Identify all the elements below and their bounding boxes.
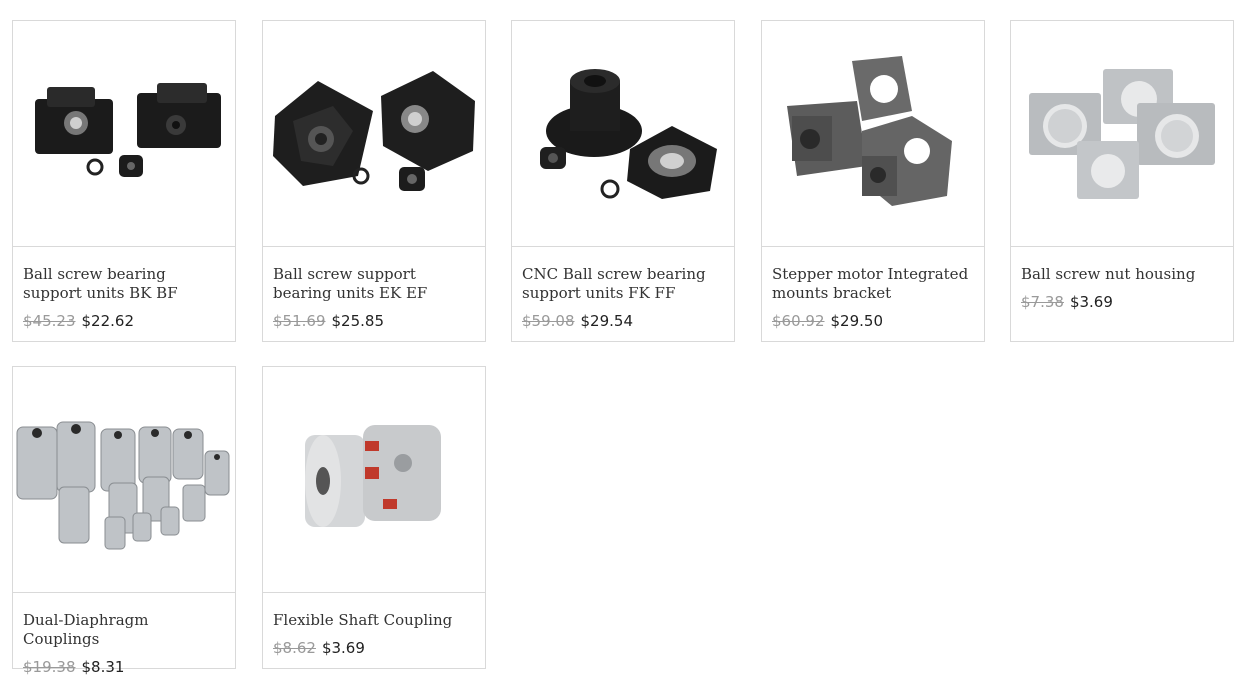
product-card[interactable]: CNC Ball screw bearing support units FK … [511, 20, 735, 342]
product-title[interactable]: Dual-Diaphragm Couplings [23, 611, 225, 649]
product-image[interactable] [13, 367, 235, 593]
bk-bf-bearing-support-icon [35, 83, 221, 177]
product-card[interactable]: Ball screw nut housing $7.38 $3.69 [1010, 20, 1234, 342]
original-price: $59.08 [522, 312, 575, 330]
sale-price: $8.31 [81, 658, 125, 676]
original-price: $8.62 [273, 639, 316, 657]
nut-housing-icon [1029, 69, 1215, 199]
product-title[interactable]: Ball screw nut housing [1021, 265, 1223, 284]
product-image[interactable] [1011, 21, 1233, 247]
price-row: $8.62 $3.69 [273, 639, 475, 657]
ek-ef-bearing-support-icon [273, 71, 475, 191]
product-card[interactable]: Ball screw bearing support units BK BF $… [12, 20, 236, 342]
original-price: $19.38 [23, 658, 76, 676]
price-row: $51.69 $25.85 [273, 312, 475, 330]
price-row: $60.92 $29.50 [772, 312, 974, 330]
sale-price: $3.69 [321, 639, 365, 657]
original-price: $7.38 [1021, 293, 1064, 311]
product-title[interactable]: Flexible Shaft Coupling [273, 611, 475, 630]
product-image[interactable] [263, 21, 485, 247]
price-row: $59.08 $29.54 [522, 312, 724, 330]
product-card[interactable]: Stepper motor Integrated mounts bracket … [761, 20, 985, 342]
motor-bracket-icon [787, 56, 952, 206]
original-price: $51.69 [273, 312, 326, 330]
shaft-coupling-icon [305, 425, 441, 527]
product-card[interactable]: Ball screw support bearing units EK EF $… [262, 20, 486, 342]
sale-price: $25.85 [331, 312, 385, 330]
sale-price: $29.54 [580, 312, 634, 330]
product-card[interactable]: Flexible Shaft Coupling $8.62 $3.69 [262, 366, 486, 669]
sale-price: $29.50 [830, 312, 884, 330]
price-row: $19.38 $8.31 [23, 658, 225, 676]
price-row: $7.38 $3.69 [1021, 293, 1223, 311]
product-image[interactable] [13, 21, 235, 247]
diaphragm-coupling-icon [16, 421, 230, 550]
price-row: $45.23 $22.62 [23, 312, 225, 330]
sale-price: $22.62 [81, 312, 135, 330]
original-price: $60.92 [772, 312, 825, 330]
product-title[interactable]: Ball screw bearing support units BK BF [23, 265, 225, 303]
sale-price: $3.69 [1069, 293, 1113, 311]
product-title[interactable]: CNC Ball screw bearing support units FK … [522, 265, 724, 303]
product-image[interactable] [512, 21, 734, 247]
product-title[interactable]: Ball screw support bearing units EK EF [273, 265, 475, 303]
product-image[interactable] [263, 367, 485, 593]
product-title[interactable]: Stepper motor Integrated mounts bracket [772, 265, 974, 303]
product-card[interactable]: Dual-Diaphragm Couplings $19.38 $8.31 [12, 366, 236, 676]
original-price: $45.23 [23, 312, 76, 330]
product-image[interactable] [762, 21, 984, 247]
fk-ff-bearing-support-icon [540, 69, 717, 199]
